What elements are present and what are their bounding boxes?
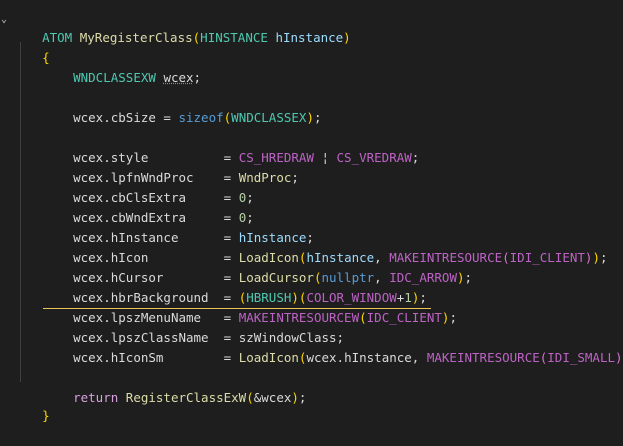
- sizeof-arg: WNDCLASSEX: [231, 110, 307, 125]
- code-line-19[interactable]: return RegisterClassExW(&wcex);: [43, 368, 306, 405]
- vredraw-macro: CS_VREDRAW: [336, 150, 412, 165]
- code-line-7[interactable]: wcex.style = CS_HREDRAW ¦ CS_VREDRAW;: [43, 128, 419, 165]
- arg-wcex-ref: &wcex: [253, 390, 292, 405]
- makeintresource-macro-2: MAKEINTRESOURCE: [426, 350, 540, 365]
- register-fn: RegisterClassExW: [125, 390, 247, 405]
- code-line-8[interactable]: wcex.lpfnWndProc = WndProc;: [43, 148, 299, 185]
- idi-client-macro: IDI_CLIENT: [509, 250, 585, 265]
- close-brace: }: [42, 408, 50, 423]
- cbsize-lhs: wcex.cbSize: [73, 110, 156, 125]
- idc-client-macro: IDC_CLIENT: [366, 310, 442, 325]
- code-line-20[interactable]: }: [12, 386, 50, 423]
- return-keyword: return: [73, 390, 119, 405]
- code-line-13[interactable]: wcex.hCursor = LoadCursor(nullptr, IDC_A…: [43, 248, 472, 285]
- loadicon-fn-2: LoadIcon: [238, 350, 299, 365]
- code-line-11[interactable]: wcex.hInstance = hInstance;: [43, 208, 314, 245]
- hiconsm-lhs: wcex.hIconSm: [73, 350, 164, 365]
- code-line-9[interactable]: wcex.cbClsExtra = 0;: [43, 168, 254, 205]
- code-line-15[interactable]: wcex.lpszMenuName = MAKEINTRESOURCEW(IDC…: [43, 288, 457, 325]
- code-line-3[interactable]: WNDCLASSEXW wcex;: [43, 48, 201, 85]
- indent-guide: [20, 42, 21, 382]
- code-line-16[interactable]: wcex.lpszClassName = szWindowClass;: [43, 308, 344, 345]
- decl-type: WNDCLASSEXW: [73, 70, 156, 85]
- function-name[interactable]: MyRegisterClass: [80, 30, 193, 45]
- code-line-12[interactable]: wcex.hIcon = LoadIcon(hInstance, MAKEINT…: [43, 228, 607, 265]
- code-line-14[interactable]: wcex.hbrBackground = (HBRUSH)(COLOR_WIND…: [43, 268, 427, 305]
- sizeof-keyword: sizeof: [178, 110, 224, 125]
- arg-wcex-hinstance: wcex.hInstance: [306, 350, 412, 365]
- fold-chevron-icon[interactable]: ⌄: [1, 15, 11, 25]
- code-line-10[interactable]: wcex.cbWndExtra = 0;: [43, 188, 254, 225]
- code-editor[interactable]: ⌄ ATOM MyRegisterClass(HINSTANCE hInstanc…: [0, 0, 623, 424]
- code-line-5[interactable]: wcex.cbSize = sizeof(WNDCLASSEX);: [43, 88, 321, 125]
- decl-var: wcex: [163, 70, 194, 85]
- param-name: hInstance: [275, 30, 344, 45]
- code-line-1[interactable]: ⌄ ATOM MyRegisterClass(HINSTANCE hInstanc…: [0, 8, 351, 46]
- idi-small-macro: IDI_SMALL: [547, 350, 616, 365]
- code-line-2[interactable]: {: [12, 28, 50, 65]
- code-line-17[interactable]: wcex.hIconSm = LoadIcon(wcex.hInstance, …: [43, 328, 623, 365]
- param-type: HINSTANCE: [200, 30, 268, 45]
